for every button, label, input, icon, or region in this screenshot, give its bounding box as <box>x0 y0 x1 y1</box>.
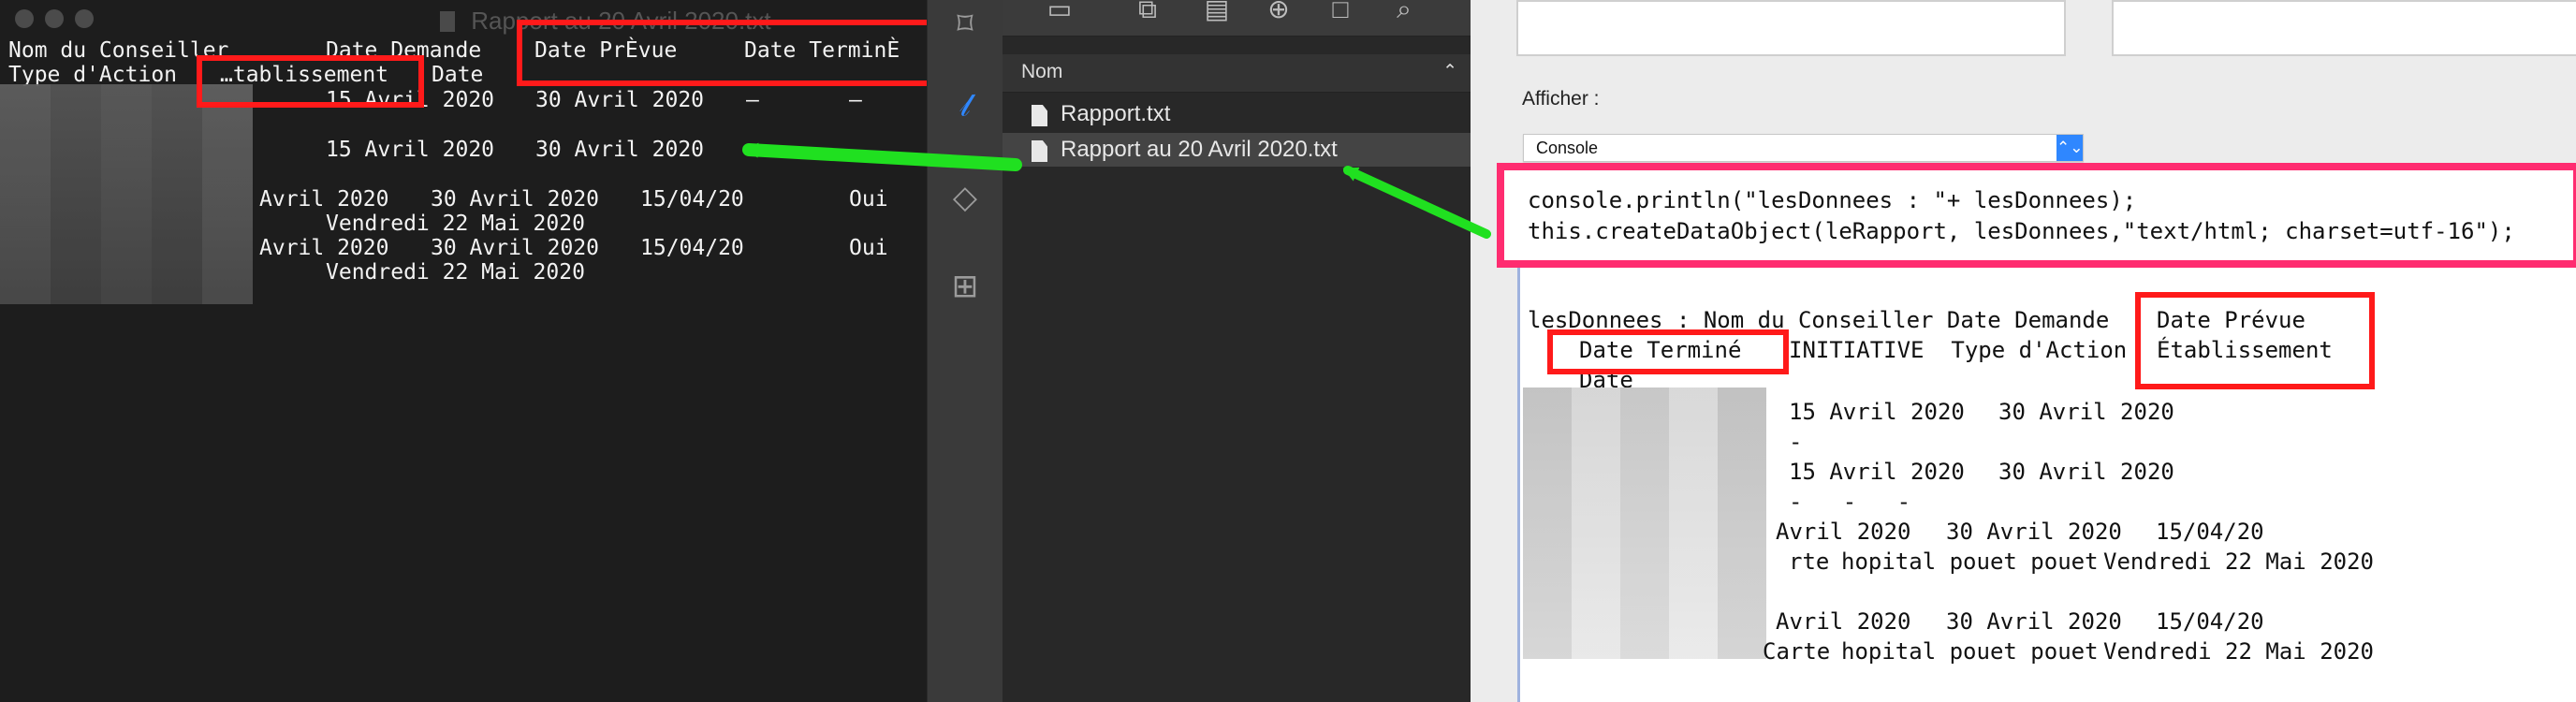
terminal-row1-date-planned: 30 Avril 2020 <box>535 88 705 112</box>
terminal-row2-truncated: … <box>788 138 801 162</box>
terminal-row4-completion-date: Vendredi 22 Mai 2020 <box>326 260 585 285</box>
terminal-header-action: Type d'Action <box>8 63 178 87</box>
console-red-annotation-date-prevue-etablissement <box>2135 292 2375 389</box>
toolbar-trash-icon[interactable]: □ <box>1323 0 1358 24</box>
console-output-row-7-date-2: 30 Avril 2020 <box>1946 608 2122 635</box>
console-output-row-5-date-1: Avril 2020 <box>1776 519 1911 545</box>
code-line-println: console.println("lesDonnees : "+ lesDonn… <box>1528 187 2137 213</box>
terminal-row4-date-request: Avril 2020 <box>259 236 389 260</box>
console-output-line-1: lesDonnees : Nom du Conseiller Date Dema… <box>1528 307 2110 333</box>
file-row-rapport-20-avril[interactable]: Rapport au 20 Avril 2020.txt <box>1003 133 1471 167</box>
terminal-row4-status: Oui <box>849 236 888 260</box>
file-row-rapport[interactable]: Rapport.txt <box>1003 97 1471 131</box>
blurred-console-output-block <box>1523 388 1766 659</box>
minimize-window-button[interactable] <box>45 9 64 28</box>
select-arrows-icon: ⌃⌄ <box>2056 135 2084 161</box>
console-red-annotation-date-termine <box>1547 329 1789 374</box>
layers-icon[interactable]: ◇ <box>946 179 984 216</box>
bookmark-icon[interactable]: ⌑ <box>946 6 984 43</box>
pink-code-annotation <box>1497 163 2576 268</box>
console-output-row-8-location: hopital pouet pouet <box>1841 638 2099 665</box>
top-right-text-field[interactable] <box>2112 0 2576 56</box>
console-output-row-1-date-1: 15 Avril 2020 <box>1789 399 1965 425</box>
terminal-header-date: Date <box>432 63 484 87</box>
terminal-red-annotation-date-headers <box>517 20 927 86</box>
terminal-row3-short-date: 15/04/20 <box>640 187 744 212</box>
toolbar-add-icon[interactable]: ⊕ <box>1261 0 1296 24</box>
display-select-value: Console <box>1536 139 1599 157</box>
terminal-row2-date-request: 15 Avril 2020 <box>326 138 495 162</box>
window-controls <box>15 9 94 28</box>
toolbar-search-icon[interactable]: ⌕ <box>1386 0 1422 24</box>
console-output-row-1-date-2: 30 Avril 2020 <box>1998 399 2174 425</box>
file-name-rapport-20-avril: Rapport au 20 Avril 2020.txt <box>1061 137 1338 162</box>
console-output-row-8-date: Vendredi 22 Mai 2020 <box>2103 638 2374 665</box>
files-column-header[interactable]: Nom ⌃ <box>1003 54 1471 93</box>
terminal-red-annotation-establishment <box>197 55 424 108</box>
toolbar-copy-icon[interactable]: ⧉ <box>1130 0 1165 24</box>
console-output-row-6-text: rte <box>1789 548 1830 575</box>
terminal-row3-completion-date: Vendredi 22 Mai 2020 <box>326 212 585 236</box>
console-output-row-4-dashes: - - - <box>1789 489 1911 515</box>
terminal-row3-date-request: Avril 2020 <box>259 187 389 212</box>
terminal-row4-date-planned: 30 Avril 2020 <box>431 236 600 260</box>
blurred-user-block <box>0 84 253 304</box>
hierarchy-icon[interactable]: ⊞ <box>946 268 984 305</box>
computer-use-screenshot: Rapport au 20 Avril 2020.txt Nom du Cons… <box>0 0 2576 702</box>
console-output-row-3-date-1: 15 Avril 2020 <box>1789 459 1965 485</box>
terminal-row1-dash-2: – <box>849 88 862 112</box>
console-output-row-8-text: Carte <box>1763 638 1831 665</box>
document-icon <box>440 11 455 32</box>
console-output-row-5-date-2: 30 Avril 2020 <box>1946 519 2122 545</box>
toolbar-print-icon[interactable]: ▤ <box>1199 0 1235 24</box>
terminal-row3-date-planned: 30 Avril 2020 <box>431 187 600 212</box>
file-name-rapport: Rapport.txt <box>1061 101 1171 126</box>
document-icon <box>1032 140 1047 162</box>
toolbar-image-icon[interactable]: ▭ <box>1042 0 1077 24</box>
console-output-row-6-date: Vendredi 22 Mai 2020 <box>2103 548 2374 575</box>
files-column-label: Nom <box>1021 61 1063 82</box>
chevron-up-icon[interactable]: ⌃ <box>1442 61 1457 82</box>
terminal-window: Rapport au 20 Avril 2020.txt Nom du Cons… <box>0 0 927 702</box>
console-output-row-7-date-3: 15/04/20 <box>2156 608 2264 635</box>
attachments-panel: ▭ ⧉ ▤ ⊕ □ ⌕ Nom ⌃ Rapport.txt Rapport au… <box>1003 0 1471 702</box>
document-icon <box>1032 105 1047 126</box>
vertical-tool-sidebar: ⌑ 𝓁 ◇ ⊞ <box>927 0 1003 702</box>
console-output-row-3-date-2: 30 Avril 2020 <box>1998 459 2174 485</box>
code-line-create-data-object: this.createDataObject(leRapport, lesDonn… <box>1528 218 2515 244</box>
display-label: Afficher : <box>1522 88 1600 110</box>
terminal-row3-status: Oui <box>849 187 888 212</box>
display-select[interactable]: Console ⌃⌄ <box>1523 134 2084 162</box>
console-output-row-5-date-3: 15/04/20 <box>2156 519 2264 545</box>
terminal-row4-short-date: 15/04/20 <box>640 236 744 260</box>
console-output-row-2-dash: - <box>1789 429 1803 455</box>
terminal-row2-date-planned: 30 Avril 2020 <box>535 138 705 162</box>
console-output-row-6-location: hopital pouet pouet <box>1841 548 2099 575</box>
console-output-initiative-type: INITIATIVE Type d'Action <box>1789 337 2128 363</box>
attachments-toolbar: ▭ ⧉ ▤ ⊕ □ ⌕ <box>1003 0 1471 37</box>
zoom-window-button[interactable] <box>75 9 94 28</box>
top-left-text-field[interactable] <box>1516 0 2066 56</box>
javascript-console-panel: Afficher : Console ⌃⌄ console.println("l… <box>1471 0 2576 702</box>
console-output-row-7-date-1: Avril 2020 <box>1776 608 1911 635</box>
terminal-row1-dash-1: – <box>746 88 759 112</box>
close-window-button[interactable] <box>15 9 34 28</box>
paperclip-icon[interactable]: 𝓁 <box>946 87 984 124</box>
